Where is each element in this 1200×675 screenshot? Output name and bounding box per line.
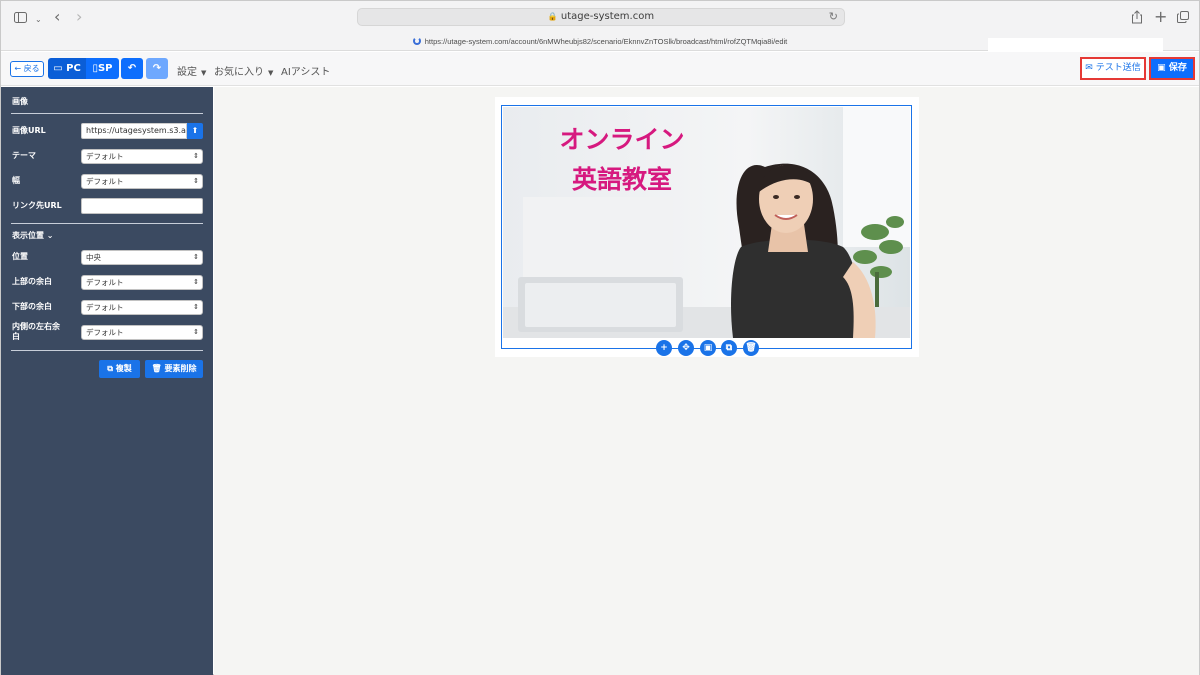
copy-element-button[interactable]: ⧉ (721, 340, 737, 356)
save-icon: ▣ (703, 343, 713, 353)
address-domain: utage-system.com (560, 11, 655, 22)
image-url-input[interactable]: https://utagesystem.s3.ap (81, 123, 187, 139)
save-element-button[interactable]: ▣ (700, 340, 716, 356)
back-button[interactable]: ← 戻る (10, 61, 44, 77)
delete-element-fab[interactable]: 🗑 (743, 340, 759, 356)
width-select[interactable]: デフォルト ⇕ (81, 174, 203, 189)
browser-chrome: ⌄ ‹ › 🔒 utage-system.com ↻ + https://utag… (1, 1, 1199, 52)
theme-label: テーマ (12, 151, 36, 160)
bottom-margin-label: 下部の余白 (12, 302, 52, 311)
undo-button[interactable]: ↶ (121, 58, 143, 79)
select-arrows-icon: ⇕ (193, 253, 199, 261)
move-element-button[interactable]: ✥ (678, 340, 694, 356)
new-tab-icon[interactable]: + (1154, 9, 1167, 25)
favorites-menu[interactable]: お気に入り ▼ (214, 63, 273, 78)
ai-assist-button[interactable]: AIアシスト (281, 63, 330, 78)
undo-icon: ↶ (127, 63, 137, 74)
image-url-label: 画像URL (12, 126, 46, 135)
mail-icon: ✉ (1085, 63, 1093, 73)
reload-icon[interactable]: ↻ (829, 10, 838, 23)
tabs-overview-icon[interactable] (1177, 11, 1189, 26)
properties-sidebar: 画像 画像URL https://utagesystem.s3.ap ⬆ テーマ… (1, 87, 213, 675)
delete-element-button[interactable]: 🗑 要素削除 (145, 360, 203, 378)
editor-toolbar: ← 戻る ▭ PC ▯SP ↶ ↷ 設定 ▼ お気に入り ▼ AIアシスト ✉ テス… (1, 52, 1199, 86)
forward-arrow-icon[interactable]: › (76, 9, 82, 25)
divider (11, 350, 203, 351)
sp-view-button[interactable]: ▯SP (86, 58, 119, 79)
save-button[interactable]: ▣ 保存 (1149, 57, 1195, 80)
back-arrow-icon[interactable]: ‹ (54, 9, 60, 25)
move-icon: ✥ (682, 343, 690, 353)
inner-margin-select[interactable]: デフォルト ⇕ (81, 325, 203, 340)
divider (11, 113, 203, 114)
divider (11, 223, 203, 224)
site-favicon-icon (412, 37, 421, 45)
redo-icon: ↷ (152, 63, 162, 74)
theme-select[interactable]: デフォルト ⇕ (81, 149, 203, 164)
select-arrows-icon: ⇕ (193, 303, 199, 311)
copy-icon: ⧉ (725, 343, 733, 353)
settings-menu[interactable]: 設定 ▼ (177, 63, 206, 78)
selection-frame (501, 105, 912, 349)
address-bar[interactable]: 🔒 utage-system.com ↻ (357, 8, 845, 26)
editor-canvas: オンライン 英語教室 + ✥ ▣ ⧉ 🗑 (214, 87, 1199, 675)
section-title: 画像 (12, 97, 28, 106)
share-icon[interactable] (1131, 10, 1143, 27)
upload-icon: ⬆ (191, 126, 199, 135)
link-url-label: リンク先URL (12, 201, 62, 210)
lock-icon: 🔒 (547, 12, 558, 21)
plus-icon: + (660, 343, 668, 353)
select-arrows-icon: ⇕ (193, 177, 199, 185)
top-margin-label: 上部の余白 (12, 277, 52, 286)
chevron-down-icon[interactable]: ⌄ (35, 13, 42, 27)
position-select[interactable]: 中央 ⇕ (81, 250, 203, 265)
add-element-button[interactable]: + (656, 340, 672, 356)
sidebar-toggle-icon[interactable] (14, 12, 27, 26)
test-send-button[interactable]: ✉ テスト送信 (1080, 57, 1146, 80)
select-arrows-icon: ⇕ (193, 328, 199, 336)
display-position-toggle[interactable]: 表示位置 ⌄ (12, 231, 54, 241)
chevron-down-icon: ⌄ (46, 231, 54, 240)
blank-area (988, 38, 1163, 52)
link-url-input[interactable] (81, 198, 203, 214)
trash-icon: 🗑 (151, 364, 162, 373)
upload-button[interactable]: ⬆ (187, 123, 203, 139)
caret-down-icon: ▼ (201, 69, 207, 77)
trash-icon: 🗑 (745, 343, 757, 353)
select-arrows-icon: ⇕ (193, 278, 199, 286)
position-label: 位置 (12, 252, 28, 261)
inner-margin-label: 内側の左右余白 (12, 322, 60, 341)
caret-down-icon: ▼ (268, 69, 274, 77)
duplicate-button[interactable]: ⧉ 複製 (99, 360, 140, 378)
select-arrows-icon: ⇕ (193, 152, 199, 160)
save-icon: ▣ (1157, 63, 1166, 73)
top-margin-select[interactable]: デフォルト ⇕ (81, 275, 203, 290)
width-label: 幅 (12, 176, 20, 185)
bottom-margin-select[interactable]: デフォルト ⇕ (81, 300, 203, 315)
redo-button[interactable]: ↷ (146, 58, 168, 79)
monitor-icon: ▭ (53, 63, 63, 74)
copy-icon: ⧉ (107, 364, 113, 373)
pc-view-button[interactable]: ▭ PC (48, 58, 86, 79)
